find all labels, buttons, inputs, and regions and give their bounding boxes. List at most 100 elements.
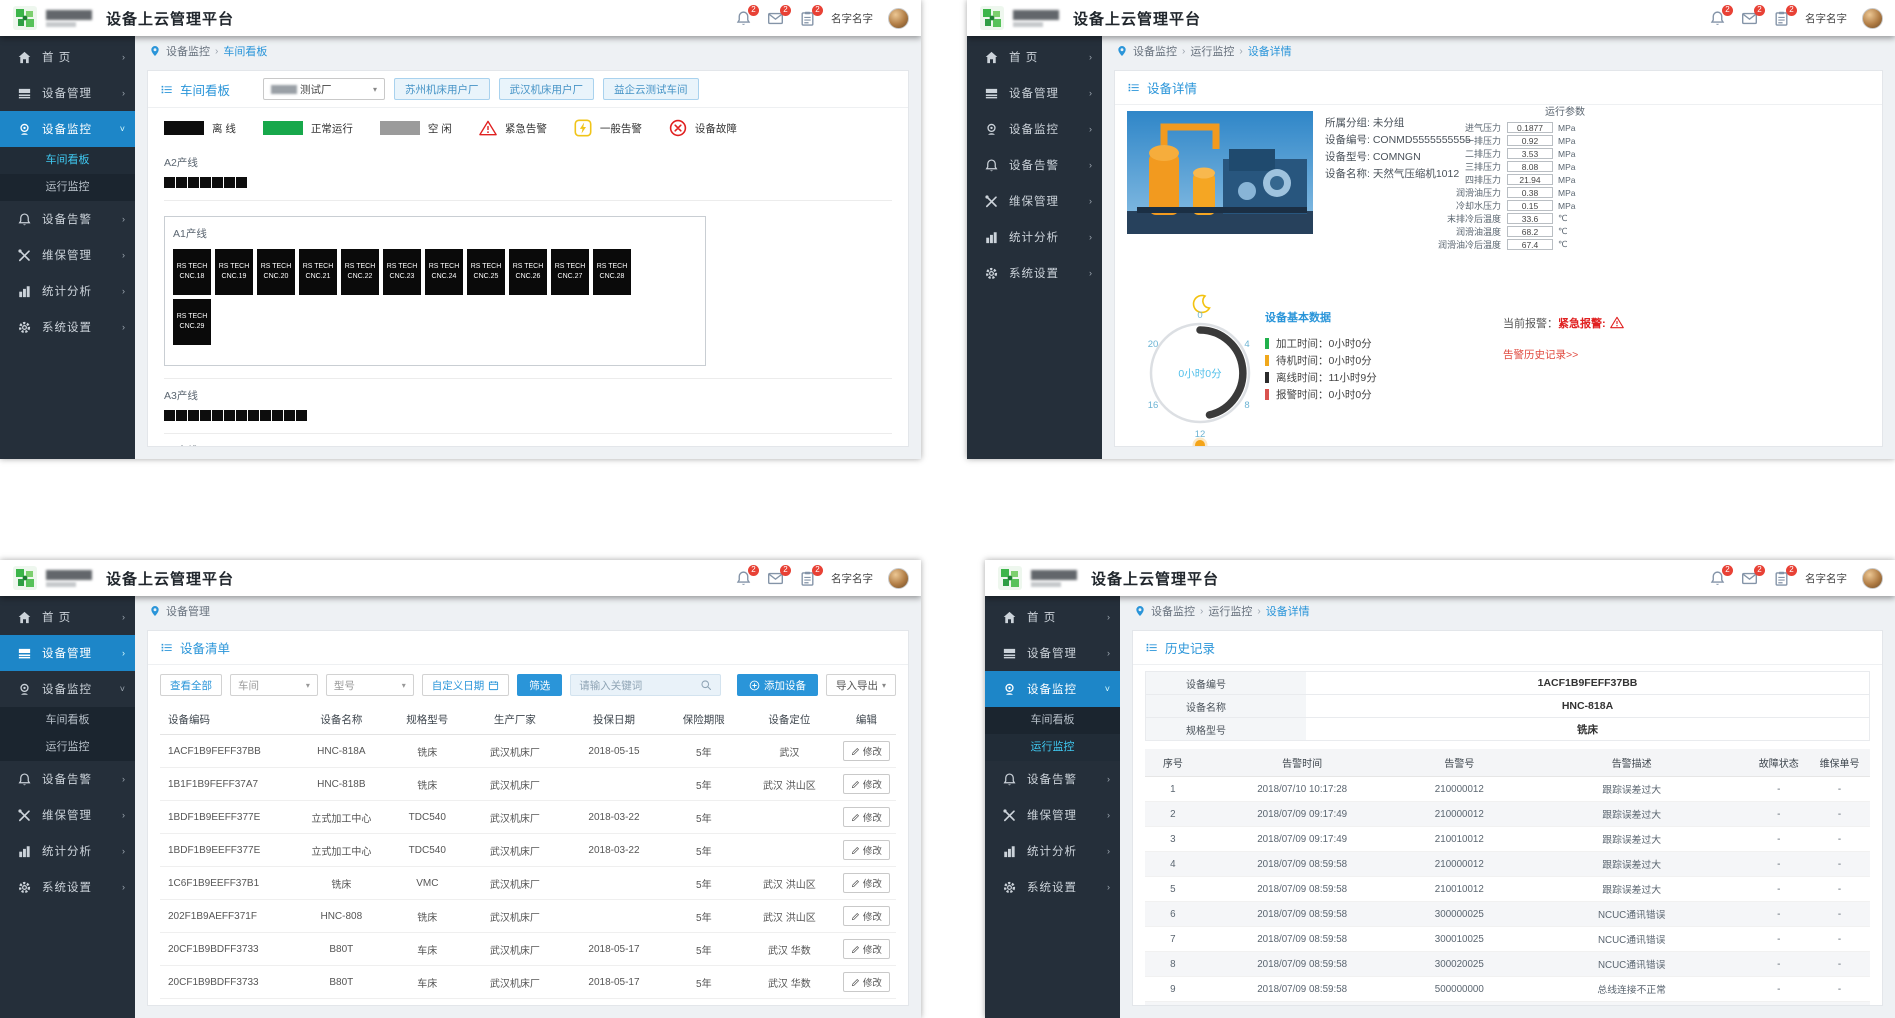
edit-button[interactable]: 修改 (843, 840, 890, 860)
machine-tile[interactable]: RS TECHCNC.19 (215, 249, 253, 295)
machine-tile[interactable]: RS TECHCNC.29 (173, 299, 211, 345)
sidebar-subitem-workshop-board[interactable]: 车间看板 (0, 147, 135, 174)
sidebar-item-settings[interactable]: 系统设置› (967, 255, 1102, 291)
table-row[interactable]: 1BDF1B9EEFF377E立式加工中心TDC540武汉机床厂2018-03-… (160, 834, 896, 867)
edit-button[interactable]: 修改 (843, 1005, 890, 1006)
bell-icon[interactable]: 2 (1709, 10, 1726, 27)
machine-tile[interactable]: RS TECHCNC.18 (173, 249, 211, 295)
breadcrumb-item[interactable]: 设备监控 (1151, 603, 1195, 619)
bell-icon[interactable]: 2 (735, 10, 752, 27)
clipboard-icon[interactable]: 2 (799, 570, 816, 587)
machine-tile[interactable]: RS TECHCNC.24 (425, 249, 463, 295)
machine-tile[interactable]: RS TECHCNC.26 (509, 249, 547, 295)
import-export-button[interactable]: 导入导出 ▾ (826, 674, 896, 696)
column-header[interactable]: 故障状态 (1748, 749, 1809, 777)
sidebar-subitem-run-monitor[interactable]: 运行监控 (985, 734, 1120, 761)
sidebar-item-device-mgmt[interactable]: 设备管理› (0, 75, 135, 111)
workshop-select[interactable]: 车间▾ (230, 674, 318, 696)
workshop-tab-3[interactable]: 益企云测试车间 (603, 78, 699, 100)
user-avatar[interactable] (1862, 8, 1883, 29)
machine-status-cell[interactable] (164, 410, 175, 421)
sidebar-subitem-run-monitor[interactable]: 运行监控 (0, 734, 135, 761)
machine-status-cell[interactable] (236, 177, 247, 188)
filter-button[interactable]: 筛选 (517, 674, 562, 696)
sidebar-item-stats[interactable]: 统计分析› (967, 219, 1102, 255)
edit-button[interactable]: 修改 (843, 873, 890, 893)
machine-status-cell[interactable] (200, 177, 211, 188)
column-header[interactable]: 告警时间 (1201, 749, 1404, 777)
table-row[interactable]: 62018/07/09 08:59:58300000025NCUC通讯错误-- (1145, 902, 1870, 927)
bell-icon[interactable]: 2 (1709, 570, 1726, 587)
column-header[interactable]: 规格型号 (387, 705, 467, 735)
column-header[interactable]: 序号 (1145, 749, 1201, 777)
machine-status-cell[interactable] (248, 410, 259, 421)
edit-button[interactable]: 修改 (843, 807, 890, 827)
table-row[interactable]: 1ACF1B9FEFF37BBHNC-818A铣床武汉机床厂2018-05-15… (160, 735, 896, 768)
breadcrumb-item[interactable]: 设备管理 (166, 603, 210, 619)
custom-date-button[interactable]: 自定义日期 (422, 674, 510, 696)
table-row[interactable]: 32018/07/09 09:17:49210010012跟踪误差过大-- (1145, 827, 1870, 852)
sidebar-item-stats[interactable]: 统计分析› (0, 273, 135, 309)
breadcrumb-item[interactable]: 运行监控 (1208, 603, 1252, 619)
sidebar-item-stats[interactable]: 统计分析› (985, 833, 1120, 869)
edit-button[interactable]: 修改 (843, 972, 890, 992)
breadcrumb-item[interactable]: 设备详情 (1248, 43, 1292, 59)
machine-status-cell[interactable] (164, 177, 175, 188)
machine-status-cell[interactable] (212, 177, 223, 188)
table-row[interactable]: 1C6F1B9EEFF37B1铣床VMC武汉机床厂5年武汉 洪山区修改 (160, 867, 896, 900)
machine-status-cell[interactable] (224, 410, 235, 421)
sidebar-item-device-mgmt[interactable]: 设备管理› (967, 75, 1102, 111)
breadcrumb-item[interactable]: 运行监控 (1190, 43, 1234, 59)
sidebar-item-device-alarm[interactable]: 设备告警› (967, 147, 1102, 183)
machine-status-cell[interactable] (224, 177, 235, 188)
model-select[interactable]: 型号▾ (326, 674, 414, 696)
machine-status-cell[interactable] (176, 410, 187, 421)
workshop-tab-2[interactable]: 武汉机床用户厂 (499, 78, 595, 100)
table-row[interactable]: 20CF1B9BDFF3733B80T车床武汉机床厂2018-05-175年武汉… (160, 933, 896, 966)
table-row[interactable]: 22018/07/09 09:17:49210000012跟踪误差过大-- (1145, 802, 1870, 827)
breadcrumb-item[interactable]: 设备监控 (166, 43, 210, 59)
column-header[interactable]: 保险期限 (666, 705, 742, 735)
clipboard-icon[interactable]: 2 (799, 10, 816, 27)
user-avatar[interactable] (888, 8, 909, 29)
edit-button[interactable]: 修改 (843, 741, 890, 761)
factory-select[interactable]: 测试厂▾ (263, 78, 385, 100)
column-header[interactable]: 生产厂家 (468, 705, 563, 735)
breadcrumb-item[interactable]: 设备详情 (1266, 603, 1310, 619)
table-row[interactable]: 42018/07/09 08:59:58210000012跟踪误差过大-- (1145, 852, 1870, 877)
breadcrumb-item[interactable]: 车间看板 (223, 43, 267, 59)
sidebar-item-settings[interactable]: 系统设置› (0, 869, 135, 905)
machine-tile[interactable]: RS TECHCNC.27 (551, 249, 589, 295)
edit-button[interactable]: 修改 (843, 906, 890, 926)
bell-icon[interactable]: 2 (735, 570, 752, 587)
workshop-tab-1[interactable]: 苏州机床用户厂 (394, 78, 490, 100)
sidebar-item-home[interactable]: 首 页› (0, 599, 135, 635)
machine-status-cell[interactable] (284, 410, 295, 421)
machine-tile[interactable]: RS TECHCNC.23 (383, 249, 421, 295)
clipboard-icon[interactable]: 2 (1773, 570, 1790, 587)
machine-status-cell[interactable] (176, 177, 187, 188)
sidebar-item-home[interactable]: 首 页› (985, 599, 1120, 635)
column-header[interactable]: 设备定位 (742, 705, 837, 735)
table-row[interactable]: 92018/07/09 08:59:58500000000总线连接不正常-- (1145, 977, 1870, 1002)
add-device-button[interactable]: 添加设备 (737, 674, 818, 696)
sidebar-item-device-monitor[interactable]: 设备监控˅ (0, 111, 135, 147)
sidebar-item-device-monitor[interactable]: 设备监控˅ (985, 671, 1120, 707)
sidebar-item-device-mgmt[interactable]: 设备管理› (0, 635, 135, 671)
table-row[interactable]: 72018/07/09 08:59:58300010025NCUC通讯错误-- (1145, 927, 1870, 952)
search-input[interactable]: 请输入关键词 (570, 674, 721, 696)
column-header[interactable]: 维保单号 (1809, 749, 1870, 777)
user-avatar[interactable] (1862, 568, 1883, 589)
edit-button[interactable]: 修改 (843, 939, 890, 959)
sidebar-subitem-workshop-board[interactable]: 车间看板 (0, 707, 135, 734)
sidebar-item-home[interactable]: 首 页› (967, 39, 1102, 75)
sidebar-item-maintenance[interactable]: 维保管理› (985, 797, 1120, 833)
machine-tile[interactable]: RS TECHCNC.22 (341, 249, 379, 295)
table-row[interactable]: 202F1B9AEFF371FHNC-808铣床武汉机床厂5年武汉 洪山区修改 (160, 900, 896, 933)
table-row[interactable]: 82018/07/09 08:59:58300020025NCUC通讯错误-- (1145, 952, 1870, 977)
clipboard-icon[interactable]: 2 (1773, 10, 1790, 27)
sidebar-item-maintenance[interactable]: 维保管理› (0, 797, 135, 833)
sidebar-item-device-mgmt[interactable]: 设备管理› (985, 635, 1120, 671)
sidebar-item-maintenance[interactable]: 维保管理› (967, 183, 1102, 219)
machine-tile[interactable]: RS TECHCNC.21 (299, 249, 337, 295)
